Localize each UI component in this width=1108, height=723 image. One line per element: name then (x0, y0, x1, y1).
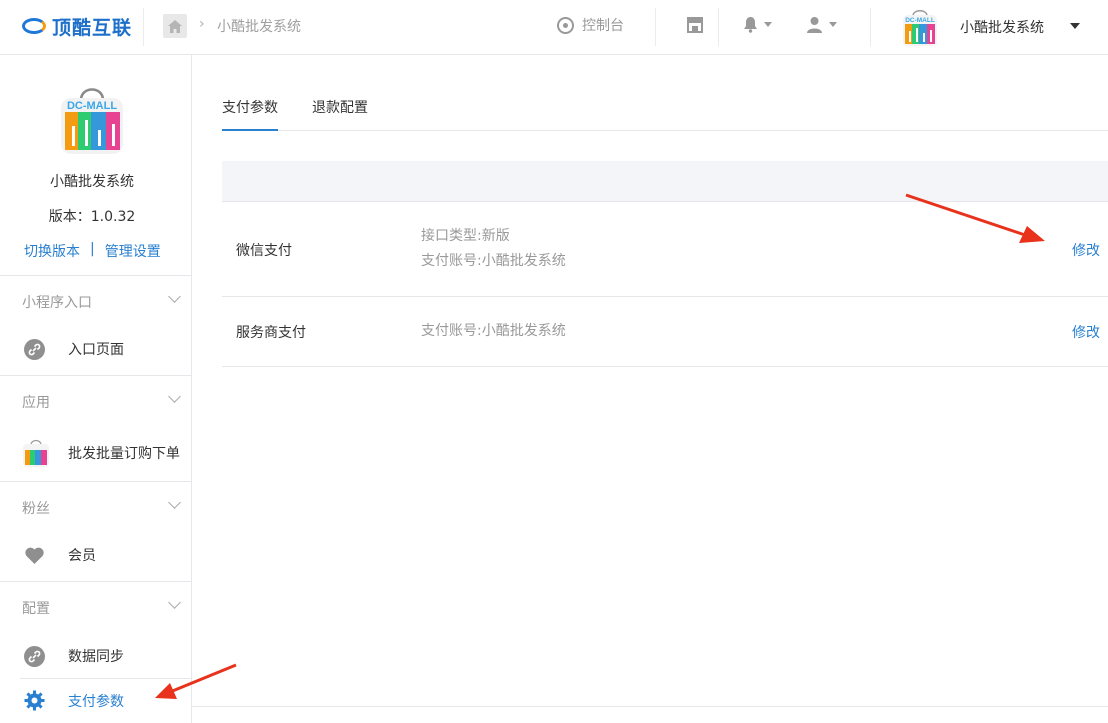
annotation-arrow-icon (155, 663, 237, 699)
annotation-arrow-icon (905, 193, 1045, 243)
annotation-arrows (155, 193, 1045, 699)
